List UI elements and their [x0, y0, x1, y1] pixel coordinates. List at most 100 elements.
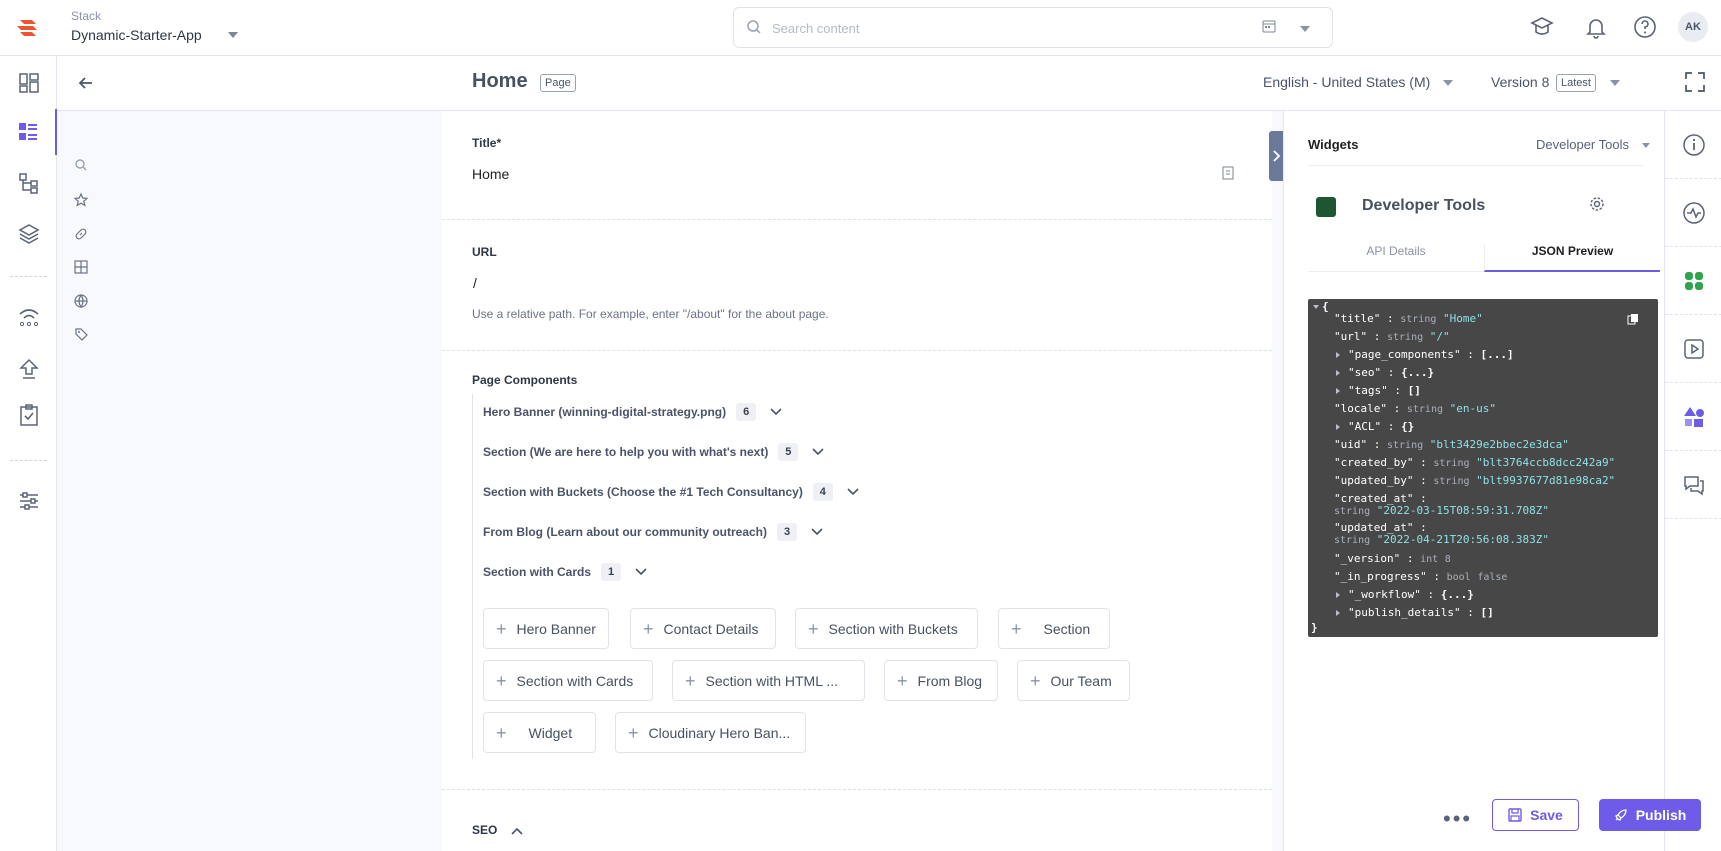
stack-selector[interactable]: Dynamic-Starter-App	[71, 27, 202, 43]
chevron-down-icon[interactable]	[811, 528, 823, 536]
save-button[interactable]: Save	[1492, 799, 1579, 831]
caret-right-icon[interactable]	[1336, 370, 1340, 376]
button-label: Hero Banner	[516, 620, 596, 637]
component-label: Section with Buckets (Choose the #1 Tech…	[483, 485, 803, 499]
rail-live-preview[interactable]	[1665, 315, 1721, 383]
globe-icon[interactable]	[73, 293, 89, 309]
locale-selector[interactable]: English - United States (M)	[1263, 74, 1430, 90]
widget-selector[interactable]: Developer Tools	[1536, 137, 1629, 152]
add-section-with-cards-button[interactable]: + Section with Cards	[483, 660, 653, 701]
nav-dashboard[interactable]	[0, 60, 57, 106]
chevron-up-icon[interactable]	[511, 827, 523, 835]
component-row[interactable]: Section (We are here to help you with wh…	[483, 441, 824, 463]
add-widget-button[interactable]: + Widget	[483, 712, 596, 753]
search-icon[interactable]	[73, 157, 89, 173]
nav-deployments[interactable]	[0, 293, 57, 339]
add-section-with-buckets-button[interactable]: + Section with Buckets	[795, 608, 978, 649]
search-box[interactable]	[733, 7, 1333, 48]
chevron-down-icon[interactable]	[1642, 143, 1650, 148]
component-label: Section (We are here to help you with wh…	[483, 445, 769, 459]
top-bar: Stack Dynamic-Starter-App AK	[0, 0, 1721, 56]
add-from-blog-button[interactable]: + From Blog	[884, 660, 998, 701]
avatar[interactable]: AK	[1678, 12, 1708, 42]
chevron-down-icon[interactable]	[228, 32, 238, 38]
chevron-down-icon[interactable]	[770, 408, 782, 416]
bell-icon[interactable]	[1582, 13, 1610, 41]
save-icon	[1508, 808, 1522, 822]
add-cloudinary-hero-banner-button[interactable]: + Cloudinary Hero Ban...	[615, 712, 806, 753]
caret-right-icon[interactable]	[1336, 592, 1340, 598]
chevron-down-icon[interactable]	[1443, 80, 1453, 86]
chevron-down-icon[interactable]	[1610, 80, 1620, 86]
link-icon[interactable]	[73, 226, 89, 242]
search-input[interactable]	[772, 17, 1252, 39]
add-contact-details-button[interactable]: + Contact Details	[630, 608, 776, 649]
copy-icon[interactable]	[1627, 313, 1639, 325]
info-icon	[1682, 133, 1705, 156]
version-selector[interactable]: Version 8	[1491, 74, 1549, 90]
rail-entry-info[interactable]	[1665, 111, 1721, 179]
chevron-down-icon[interactable]	[635, 568, 647, 576]
nav-divider	[10, 460, 47, 461]
publish-button[interactable]: Publish	[1599, 799, 1701, 831]
add-our-team-button[interactable]: + Our Team	[1017, 660, 1130, 701]
seo-section-toggle[interactable]: SEO	[472, 823, 523, 837]
rail-activity[interactable]	[1665, 179, 1721, 247]
help-icon[interactable]	[1631, 13, 1659, 41]
tab-api-details[interactable]: API Details	[1308, 244, 1484, 272]
add-section-button[interactable]: + Section	[998, 608, 1110, 649]
academy-icon[interactable]	[1528, 13, 1556, 41]
chevron-down-icon[interactable]	[847, 488, 859, 496]
document-icon[interactable]	[1222, 166, 1234, 180]
tab-json-preview[interactable]: JSON Preview	[1484, 244, 1660, 272]
component-row[interactable]: Section with Cards 1	[483, 561, 647, 583]
nav-entries[interactable]	[0, 109, 57, 155]
caret-right-icon[interactable]	[1336, 388, 1340, 394]
caret-right-icon[interactable]	[1336, 424, 1340, 430]
add-section-with-html-button[interactable]: + Section with HTML ...	[672, 660, 865, 701]
component-count: 4	[812, 483, 833, 501]
nav-assets[interactable]	[0, 211, 57, 257]
caret-right-icon[interactable]	[1336, 352, 1340, 358]
plus-icon: +	[685, 670, 696, 691]
component-count: 5	[778, 443, 799, 461]
nav-publish-queue[interactable]	[0, 346, 57, 392]
sliders-icon	[19, 492, 38, 510]
back-arrow-icon[interactable]	[77, 74, 95, 92]
button-label: Cloudinary Hero Ban...	[648, 724, 791, 741]
gear-icon[interactable]	[1589, 196, 1605, 212]
fullscreen-icon[interactable]	[1684, 71, 1706, 93]
tag-icon[interactable]	[73, 326, 89, 342]
chevron-down-icon[interactable]	[812, 448, 824, 456]
button-label: Section	[1043, 620, 1091, 637]
url-field[interactable]: /	[473, 275, 477, 291]
collapse-panel-handle[interactable]	[1269, 131, 1284, 181]
table-icon[interactable]	[73, 259, 89, 275]
layers-icon	[17, 224, 40, 244]
component-row[interactable]: Hero Banner (winning-digital-strategy.pn…	[483, 401, 782, 423]
star-icon[interactable]	[73, 192, 89, 208]
plus-icon: +	[808, 618, 819, 639]
nav-tasks[interactable]	[0, 392, 57, 438]
play-icon	[1683, 338, 1704, 359]
nav-settings[interactable]	[0, 478, 57, 524]
rail-shapes[interactable]	[1665, 383, 1721, 451]
caret-right-icon[interactable]	[1336, 610, 1340, 616]
more-options-button[interactable]: •••	[1443, 806, 1472, 832]
nav-content-models[interactable]	[0, 160, 57, 206]
page-title: Home	[472, 70, 528, 92]
rail-comments[interactable]	[1665, 451, 1721, 519]
component-row[interactable]: From Blog (Learn about our community out…	[483, 521, 823, 543]
contentstack-logo-icon[interactable]	[14, 14, 42, 42]
activity-icon	[1682, 201, 1705, 224]
title-field[interactable]: Home	[472, 166, 509, 182]
caret-down-icon[interactable]	[1313, 305, 1319, 309]
widgets-title: Widgets	[1308, 137, 1359, 152]
add-hero-banner-button[interactable]: + Hero Banner	[483, 608, 609, 649]
entry-header: Home Page English - United States (M) Ve…	[57, 56, 1721, 111]
rail-widgets[interactable]	[1665, 247, 1721, 315]
calendar-icon[interactable]	[1262, 19, 1276, 33]
nav-divider	[10, 276, 47, 277]
component-row[interactable]: Section with Buckets (Choose the #1 Tech…	[483, 481, 859, 503]
chevron-down-icon[interactable]	[1300, 26, 1310, 32]
